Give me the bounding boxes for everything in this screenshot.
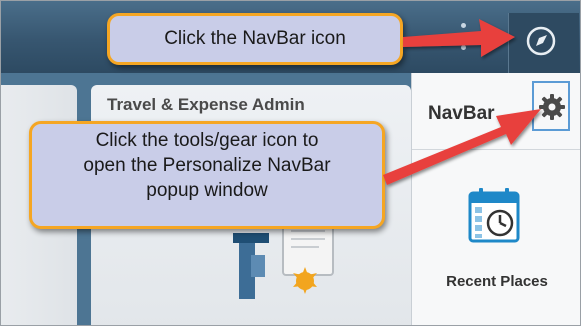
compass-icon (526, 26, 556, 56)
callout-line: popup window (146, 180, 268, 201)
gear-icon (539, 94, 565, 120)
recent-places-tile[interactable]: Recent Places (422, 169, 572, 309)
callout-navbar-instruction: Click the NavBar icon (107, 13, 403, 65)
tile-title: Travel & Expense Admin (107, 95, 305, 114)
navbar-button[interactable] (508, 13, 579, 73)
personalize-gear-button[interactable] (532, 81, 570, 131)
callout-gear-instruction: Click the tools/gear icon to open the Pe… (29, 121, 385, 229)
calendar-clock-icon (468, 188, 520, 243)
navbar-header: NavBar (412, 73, 580, 150)
callout-line: Click the tools/gear icon to (95, 130, 319, 151)
recent-places-label: Recent Places (446, 273, 548, 290)
vertical-dots-icon[interactable] (461, 23, 467, 53)
callout-line: open the Personalize NavBar (83, 155, 331, 176)
screenshot-frame: Travel & Expense Admin NavBar Recent Pla… (0, 0, 581, 326)
navbar-title: NavBar (428, 103, 495, 124)
navbar-panel: NavBar Recent Places (411, 73, 580, 325)
